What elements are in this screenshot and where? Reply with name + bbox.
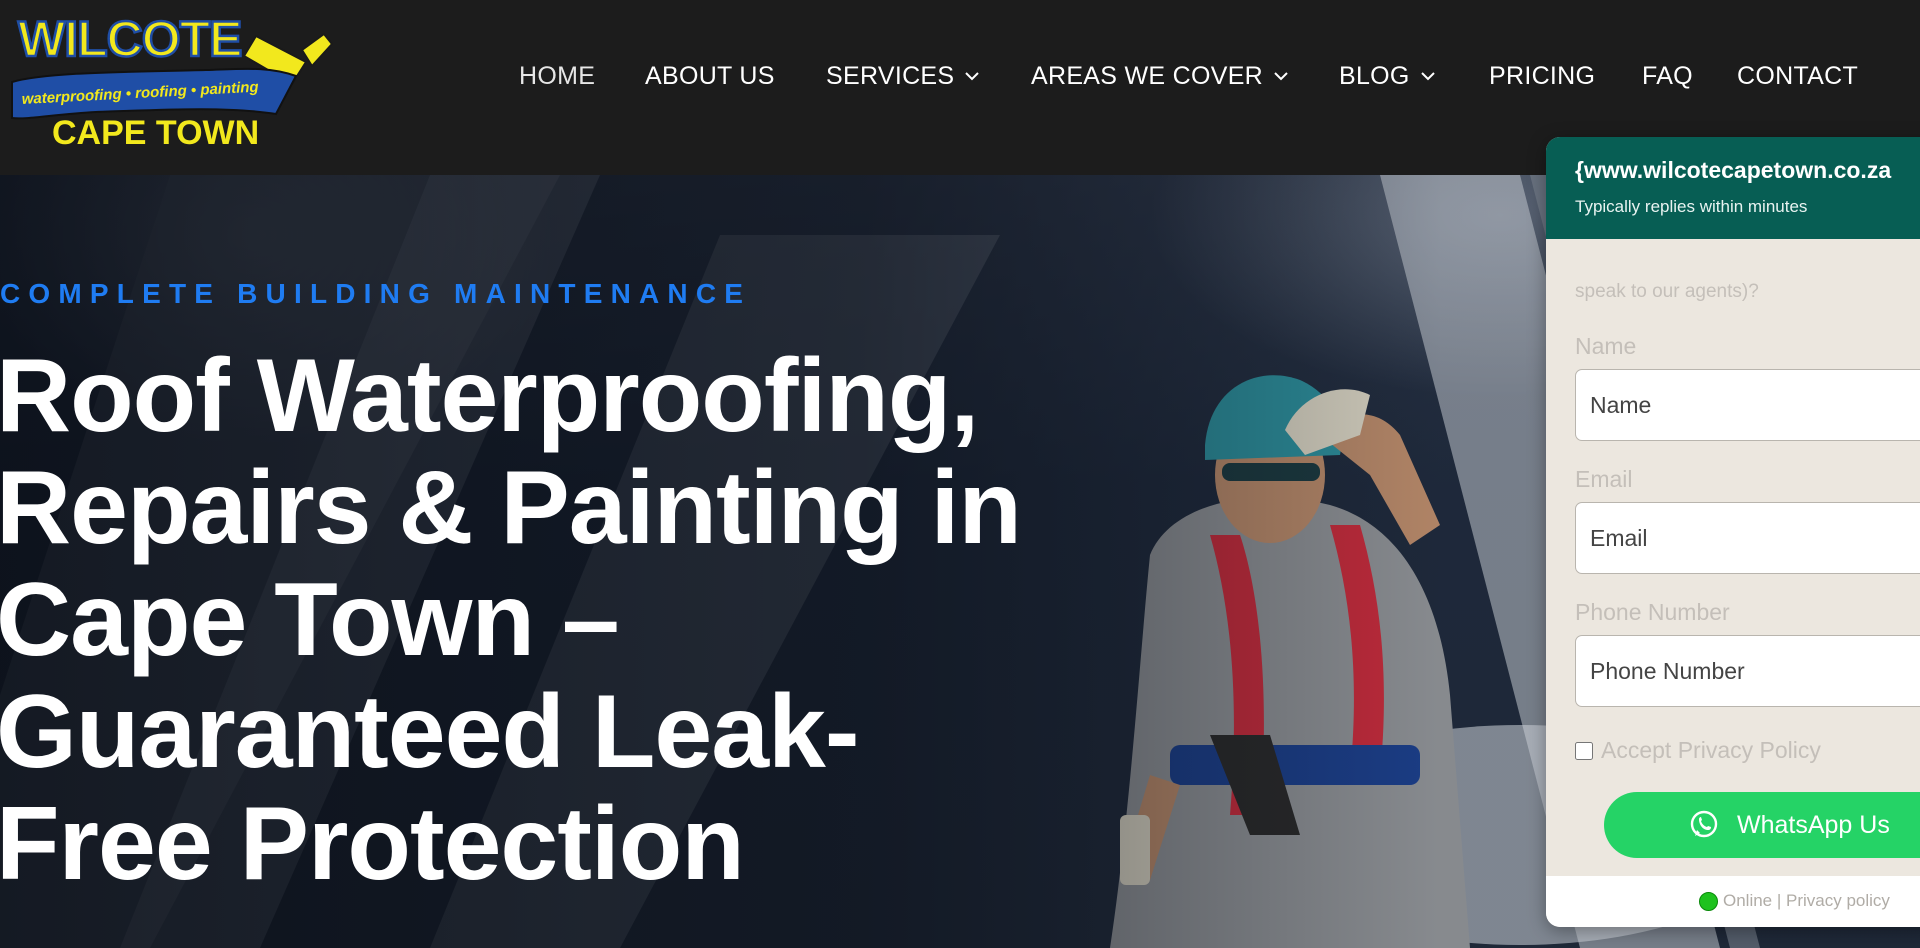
headline-line: Cape Town – [0, 562, 620, 678]
widget-header: {www.wilcotecapetown.co.za Typically rep… [1546, 137, 1920, 239]
nav-item-label: SERVICES [826, 61, 955, 90]
headline-line: Guaranteed Leak- [0, 674, 860, 790]
nav-item-areas-we-cover[interactable]: AREAS WE COVER [1031, 58, 1291, 94]
nav-item-label: BLOG [1339, 61, 1410, 90]
headline-line: Repairs & Painting in [0, 450, 1022, 566]
privacy-policy-label: Accept Privacy Policy [1601, 737, 1821, 763]
headline-line: Roof Waterproofing, [0, 338, 979, 454]
nav-item-about-us[interactable]: ABOUT US [645, 58, 775, 94]
nav-item-label: PRICING [1489, 61, 1596, 90]
chevron-down-icon [1420, 72, 1435, 81]
phone-input[interactable] [1575, 635, 1920, 707]
nav-item-label: CONTACT [1737, 61, 1859, 90]
whatsapp-chat-widget: {www.wilcotecapetown.co.za Typically rep… [1546, 137, 1920, 927]
email-input[interactable] [1575, 502, 1920, 574]
widget-footer: Online | Privacy policy [1546, 876, 1920, 927]
privacy-policy-checkbox[interactable] [1575, 741, 1593, 760]
widget-title: {www.wilcotecapetown.co.za [1575, 157, 1892, 183]
chevron-down-icon [965, 72, 980, 81]
nav-item-contact[interactable]: CONTACT [1737, 58, 1858, 94]
hero-headline: Roof Waterproofing, Repairs & Painting i… [0, 340, 1116, 900]
headline-line: Free Protection [0, 786, 745, 902]
name-input[interactable] [1575, 369, 1920, 441]
hero-eyebrow: COMPLETE BUILDING MAINTENANCE [0, 278, 752, 309]
online-status-icon [1699, 892, 1718, 911]
whatsapp-icon [1690, 810, 1718, 838]
main-navigation: HOME ABOUT US SERVICES AREAS WE COVER BL… [0, 58, 1920, 94]
nav-item-label: AREAS WE COVER [1031, 61, 1264, 90]
email-label: Email [1575, 466, 1633, 492]
phone-label: Phone Number [1575, 599, 1730, 625]
widget-body: speak to our agents)? Name Email Phone N… [1546, 239, 1920, 876]
nav-item-pricing[interactable]: PRICING [1489, 58, 1595, 94]
nav-item-label: FAQ [1642, 61, 1693, 90]
privacy-policy-row: Accept Privacy Policy [1575, 737, 1821, 764]
name-label: Name [1575, 333, 1637, 359]
whatsapp-button-label: WhatsApp Us [1737, 811, 1890, 839]
nav-item-label: ABOUT US [645, 61, 775, 90]
nav-item-home[interactable]: HOME [519, 58, 595, 94]
logo-location-text: CAPE TOWN [52, 114, 259, 149]
widget-footer-text[interactable]: Online | Privacy policy [1723, 891, 1890, 911]
nav-item-services[interactable]: SERVICES [826, 58, 982, 94]
widget-intro-text: speak to our agents)? [1575, 281, 1759, 302]
nav-item-blog[interactable]: BLOG [1339, 58, 1438, 94]
whatsapp-us-button[interactable]: WhatsApp Us [1604, 792, 1920, 858]
widget-subtitle: Typically replies within minutes [1575, 197, 1808, 216]
chevron-down-icon [1274, 72, 1288, 81]
nav-item-faq[interactable]: FAQ [1642, 58, 1693, 94]
nav-item-label: HOME [519, 61, 596, 90]
